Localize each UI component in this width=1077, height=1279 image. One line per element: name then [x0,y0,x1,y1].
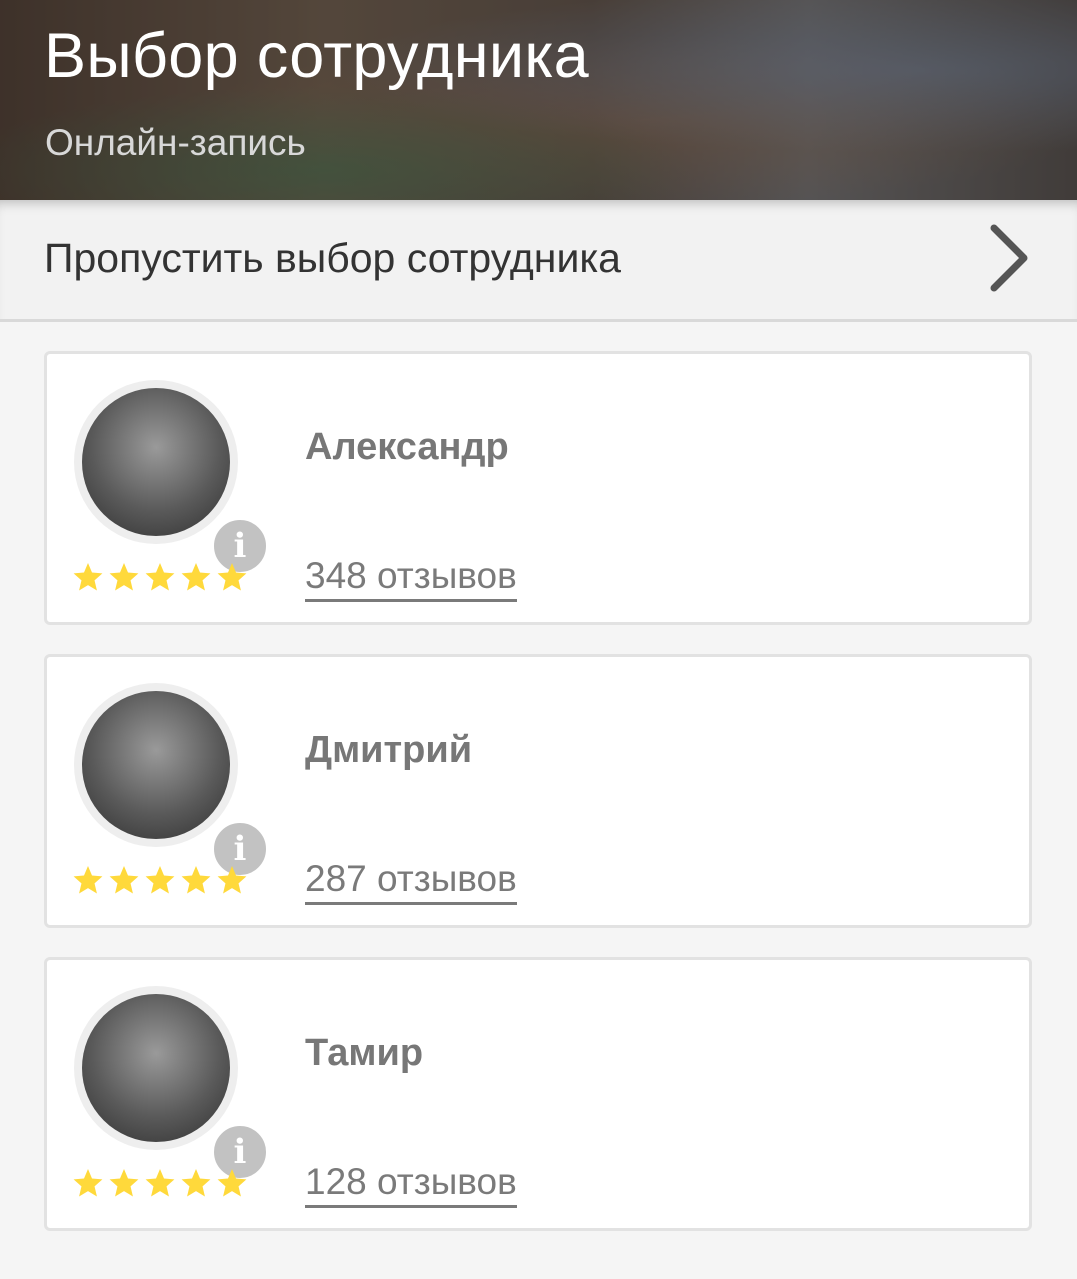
chevron-right-icon [990,224,1028,292]
employee-photo [82,994,230,1142]
avatar: i [74,683,269,878]
skip-employee-selection-button[interactable]: Пропустить выбор сотрудника [0,200,1077,322]
avatar: i [74,986,269,1181]
star-icon [217,563,247,591]
employee-name: Дмитрий [305,729,473,771]
star-icon [73,866,103,894]
page-title: Выбор сотрудника [44,21,589,91]
star-icon [73,1169,103,1197]
star-icon [145,563,175,591]
skip-label: Пропустить выбор сотрудника [44,235,621,281]
star-icon [145,866,175,894]
star-icon [181,563,211,591]
rating-stars [72,864,248,896]
employee-photo [82,388,230,536]
star-icon [181,1169,211,1197]
reviews-link[interactable]: 287 отзывов [305,858,517,905]
employee-photo [82,691,230,839]
employee-name: Александр [305,426,509,468]
rating-stars [72,561,248,593]
employee-card[interactable]: i Тамир 128 отзывов [44,957,1032,1231]
star-icon [181,866,211,894]
star-icon [73,563,103,591]
star-icon [109,866,139,894]
rating-stars [72,1167,248,1199]
employee-card[interactable]: i Александр 348 отзывов [44,351,1032,625]
employee-name: Тамир [305,1032,424,1074]
header-banner: Выбор сотрудника Онлайн-запись [0,0,1077,200]
avatar: i [74,380,269,575]
star-icon [145,1169,175,1197]
reviews-link[interactable]: 128 отзывов [305,1161,517,1208]
star-icon [109,1169,139,1197]
page-subtitle: Онлайн-запись [45,122,306,163]
reviews-link[interactable]: 348 отзывов [305,555,517,602]
star-icon [217,866,247,894]
star-icon [217,1169,247,1197]
employee-card[interactable]: i Дмитрий 287 отзывов [44,654,1032,928]
star-icon [109,563,139,591]
